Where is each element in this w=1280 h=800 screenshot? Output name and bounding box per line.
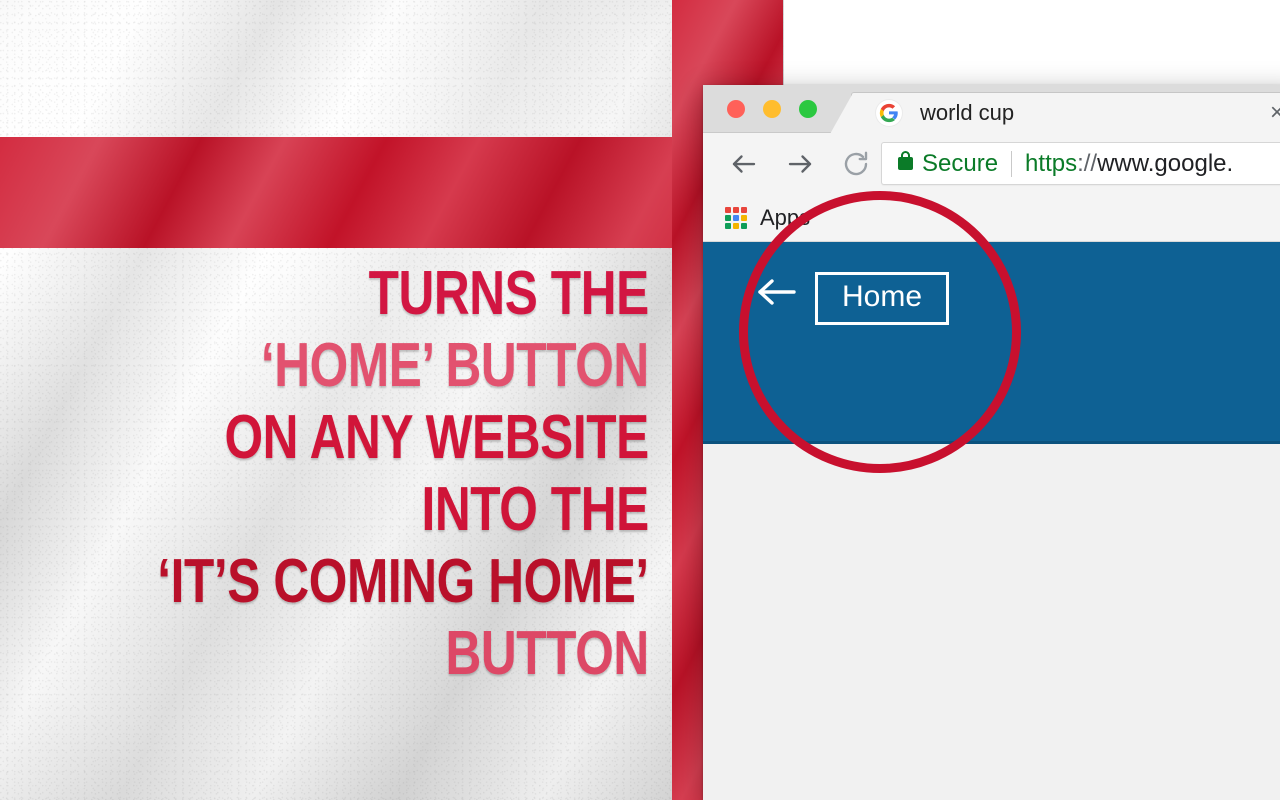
home-button[interactable]: Home xyxy=(815,272,950,325)
england-flag-poster: TURNS THE ‘HOME’ BUTTON ON ANY WEBSITE I… xyxy=(0,0,784,800)
reload-icon[interactable] xyxy=(833,141,879,187)
secure-label: Secure xyxy=(922,149,999,177)
url-text: https://www.google. xyxy=(1025,150,1233,178)
zoom-window-button[interactable] xyxy=(799,100,817,118)
headline-line-5: ‘IT’S COMING HOME’ xyxy=(157,547,649,616)
apps-grid-icon[interactable] xyxy=(725,207,747,229)
screenshot-stage: TURNS THE ‘HOME’ BUTTON ON ANY WEBSITE I… xyxy=(0,0,1280,800)
browser-toolbar: Secure https://www.google. xyxy=(703,133,1280,195)
headline-line-1: TURNS THE xyxy=(368,259,650,328)
url-separator: :// xyxy=(1077,149,1098,177)
web-page-content: Home xyxy=(703,242,1280,800)
browser-window: world cup × Secure https://www.google. A… xyxy=(703,85,1280,800)
google-favicon-icon xyxy=(876,100,902,126)
headline-line-6: BUTTON xyxy=(445,619,649,688)
flag-horizontal-band xyxy=(0,137,784,248)
address-bar[interactable]: Secure https://www.google. xyxy=(881,142,1280,185)
browser-tab-world-cup[interactable]: world cup × xyxy=(830,92,1280,134)
lock-icon xyxy=(898,151,913,170)
back-arrow-icon[interactable] xyxy=(721,141,767,187)
poster-headline: TURNS THE ‘HOME’ BUTTON ON ANY WEBSITE I… xyxy=(132,258,660,690)
minimize-window-button[interactable] xyxy=(763,100,781,118)
tab-title: world cup xyxy=(920,100,1015,125)
close-tab-button[interactable]: × xyxy=(1270,101,1280,125)
url-scheme: https xyxy=(1025,149,1078,177)
page-body xyxy=(703,444,1280,799)
headline-line-3: ON ANY WEBSITE xyxy=(224,403,649,472)
tab-strip: world cup × xyxy=(703,85,1280,134)
headline-line-4: INTO THE xyxy=(421,475,649,544)
headline-line-2: ‘HOME’ BUTTON xyxy=(260,331,649,400)
site-back-arrow-icon[interactable] xyxy=(753,272,799,312)
bookmarks-bar: Apps xyxy=(703,195,1280,242)
bookmark-item-apps[interactable]: Apps xyxy=(760,205,810,231)
close-window-button[interactable] xyxy=(727,100,745,118)
omnibox-divider xyxy=(1011,150,1013,177)
site-header-bar: Home xyxy=(703,242,1280,444)
window-controls xyxy=(727,100,817,118)
forward-arrow-icon[interactable] xyxy=(777,141,823,187)
url-host: www.google. xyxy=(1097,149,1234,177)
